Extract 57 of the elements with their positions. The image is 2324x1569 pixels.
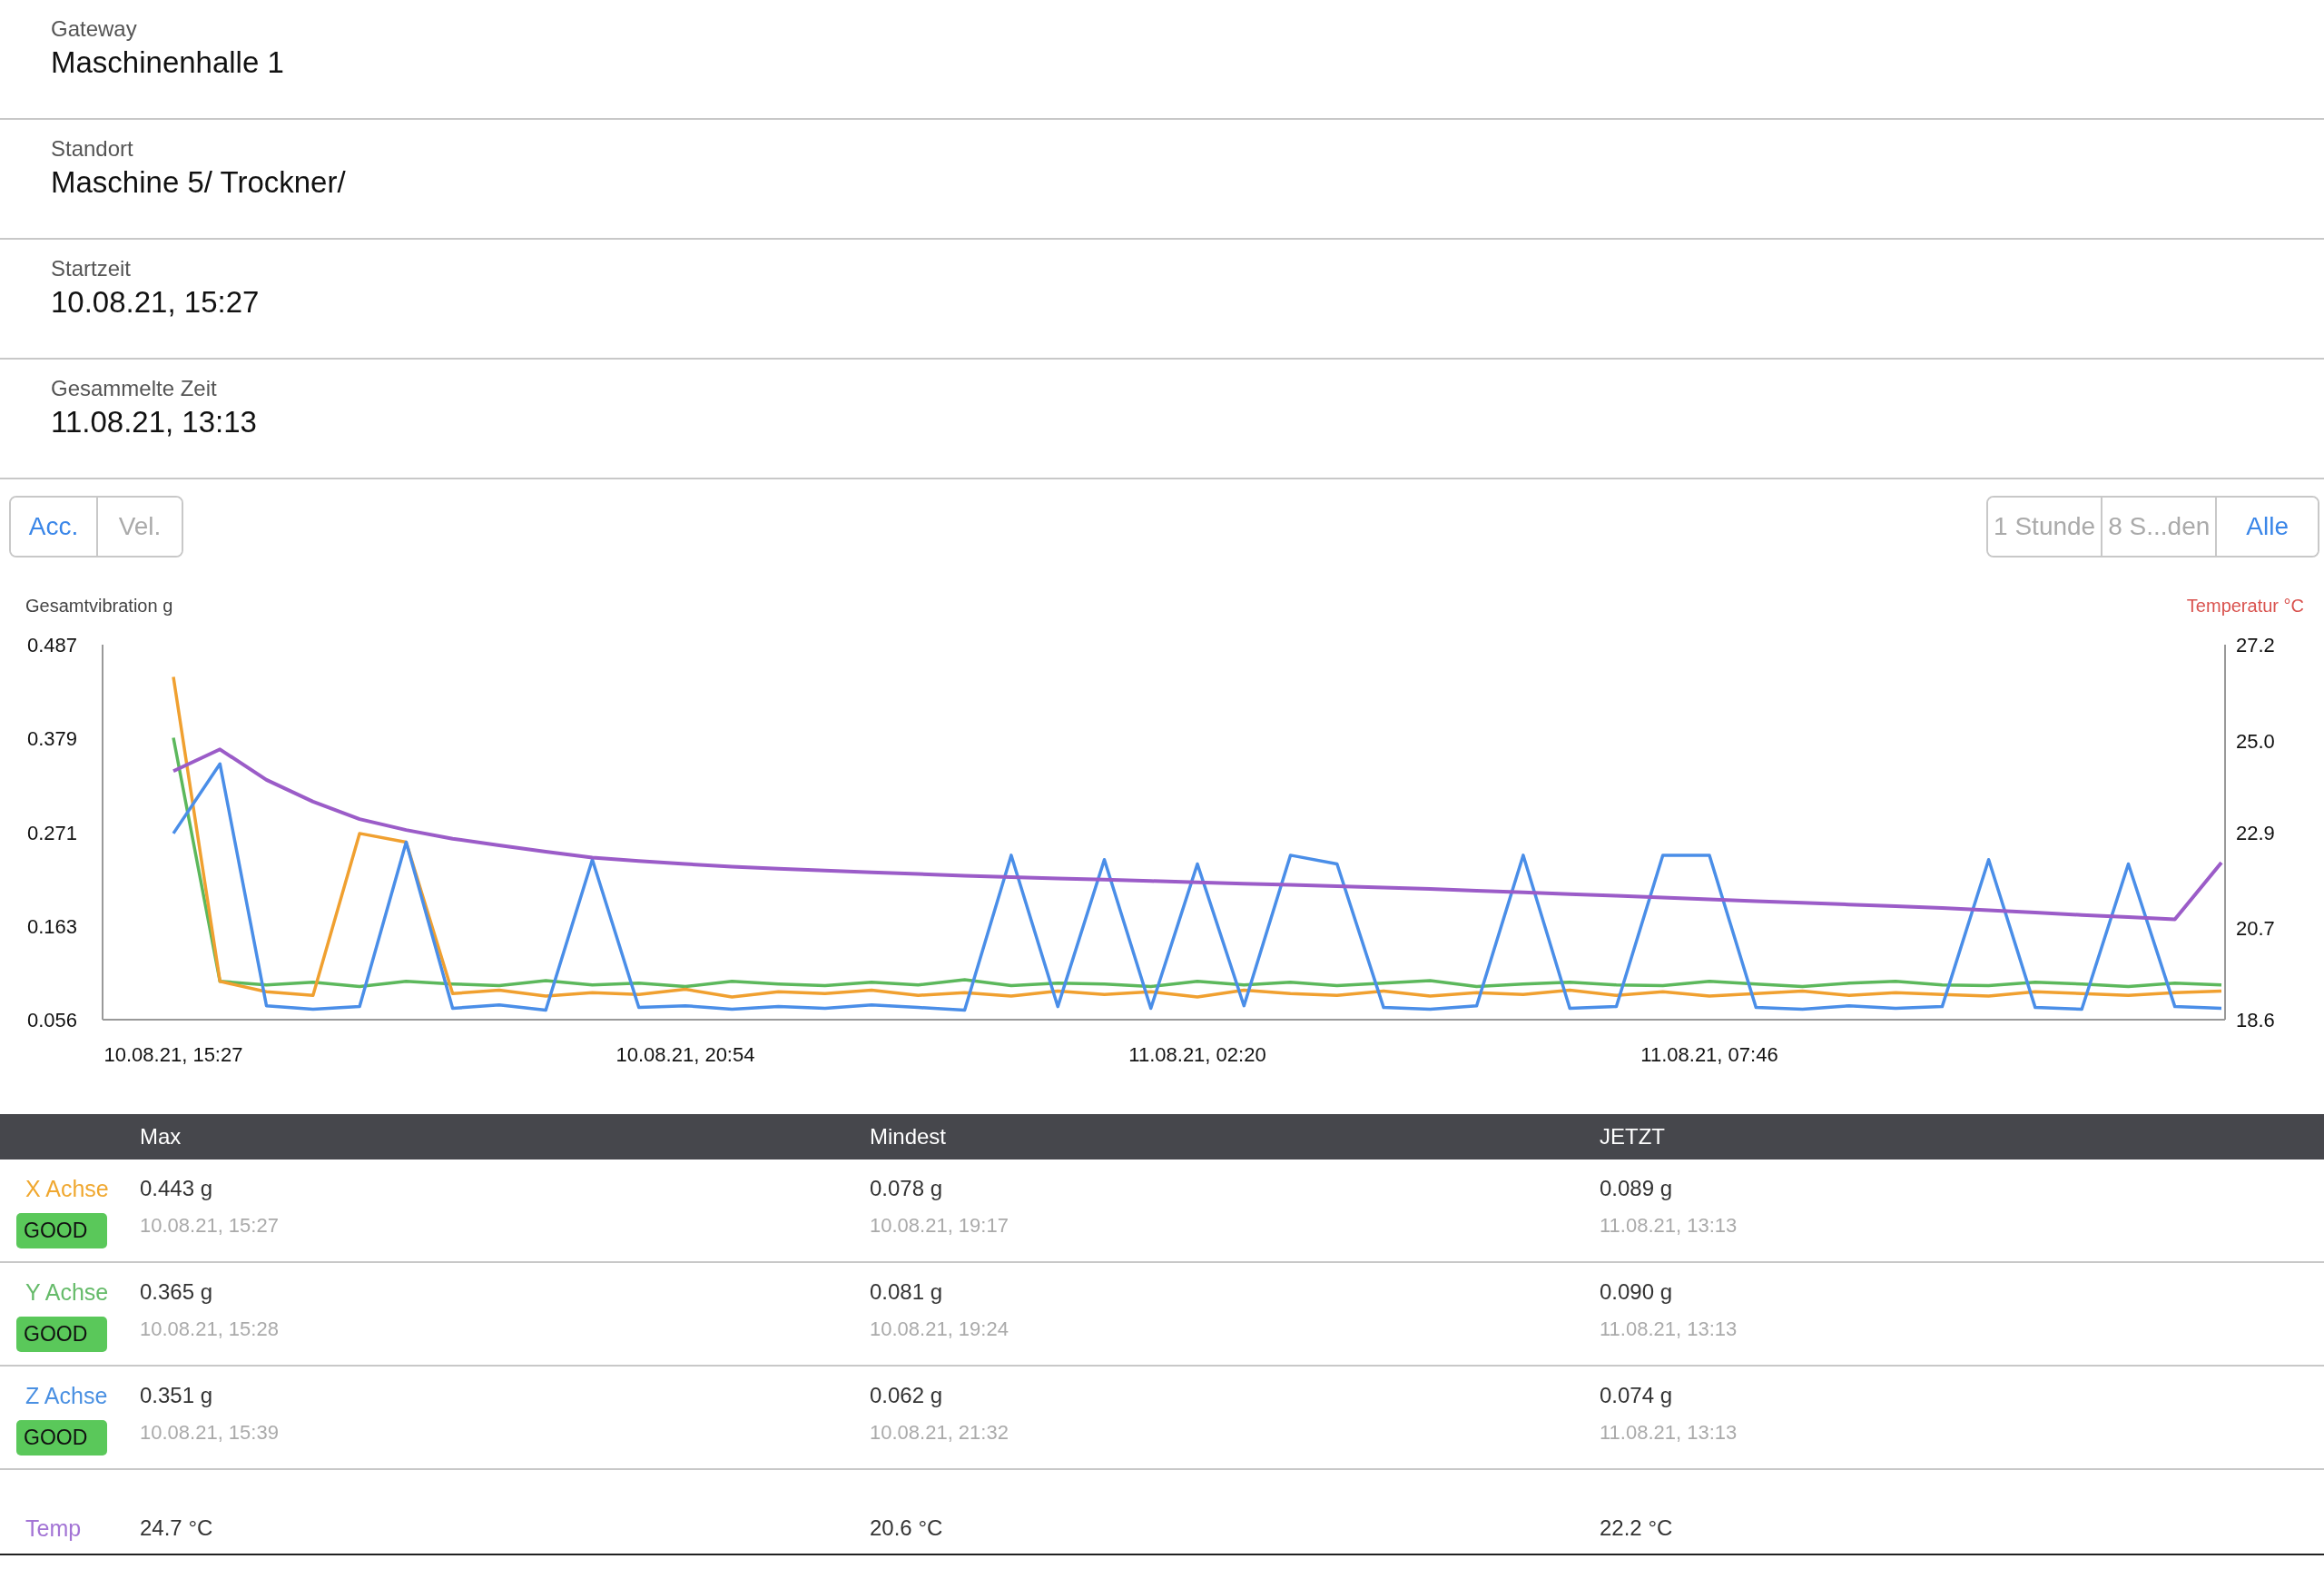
table-cell: 22.2 °C (1600, 1515, 1673, 1541)
table-cell: 0.351 g (140, 1383, 213, 1408)
segment-tab[interactable]: Alle (2215, 498, 2318, 556)
timestamp: 10.08.21, 15:27 (140, 1214, 279, 1238)
field-label: Startzeit (51, 256, 133, 281)
axis-title: Temperatur °C (2186, 596, 2304, 617)
field-value: 11.08.21, 13:13 (51, 405, 258, 439)
table-cell: 0.078 g (870, 1176, 943, 1201)
axis-tick-label: 0.163 (27, 915, 78, 939)
axis-tick-label: 20.7 (2236, 917, 2275, 941)
table-cell: 0.090 g (1600, 1279, 1673, 1305)
axis-tick-label: 10.08.21, 15:27 (103, 1043, 243, 1066)
table-cell: 0.443 g (140, 1176, 213, 1201)
column-header: Max (140, 1124, 182, 1150)
table-cell: 20.6 °C (870, 1515, 943, 1541)
axis-tick-label: 18.6 (2236, 1009, 2275, 1031)
field-value: 10.08.21, 15:27 (51, 285, 261, 320)
axis-title: Gesamtvibration g (25, 596, 173, 617)
timestamp: 10.08.21, 15:39 (140, 1421, 279, 1445)
table-cell: 0.089 g (1600, 1176, 1673, 1201)
timestamp: 11.08.21, 13:13 (1600, 1317, 1738, 1341)
table-cell: 0.081 g (870, 1279, 943, 1305)
row-label: Temp (25, 1515, 82, 1542)
status-badge: GOOD (16, 1420, 107, 1456)
table-cell: 0.365 g (140, 1279, 213, 1305)
axis-tick-label: 27.2 (2236, 634, 2275, 656)
row-label: X Achse (25, 1176, 109, 1202)
field-value: Maschinenhalle 1 (51, 45, 285, 80)
axis-tick-label: 11.08.21, 02:20 (1128, 1043, 1266, 1066)
timestamp: 11.08.21, 13:13 (1600, 1421, 1738, 1445)
status-badge: GOOD (16, 1317, 107, 1352)
segment-tab[interactable]: Vel. (96, 498, 182, 556)
table-cell: 24.7 °C (140, 1515, 213, 1541)
axis-tick-label: 22.9 (2236, 821, 2275, 844)
axis-tick-label: 11.08.21, 07:46 (1640, 1043, 1778, 1066)
status-badge: GOOD (16, 1213, 107, 1248)
axis-tick-label: 25.0 (2236, 729, 2275, 753)
timestamp: 10.08.21, 19:17 (870, 1214, 1009, 1238)
field-label: Gateway (51, 16, 138, 42)
field-value: Maschine 5/ Trockner/ (51, 165, 347, 200)
axis-tick-label: 0.487 (27, 634, 78, 656)
column-header: JETZT (1600, 1124, 1666, 1150)
axis-tick-label: 10.08.21, 20:54 (615, 1043, 755, 1066)
field-label: Gesammelte Zeit (51, 376, 218, 401)
field-label: Standort (51, 136, 134, 162)
timestamp: 10.08.21, 21:32 (870, 1421, 1009, 1445)
table-cell: 0.062 g (870, 1383, 943, 1408)
axis-tick-label: 0.271 (27, 822, 78, 844)
table-cell: 0.074 g (1600, 1383, 1673, 1408)
row-label: Z Achse (25, 1383, 108, 1409)
column-header: Mindest (870, 1124, 948, 1150)
timestamp: 10.08.21, 19:24 (870, 1317, 1009, 1341)
axis-tick-label: 0.056 (27, 1009, 78, 1031)
timestamp: 11.08.21, 13:13 (1600, 1214, 1738, 1238)
timestamp: 10.08.21, 15:28 (140, 1317, 279, 1341)
row-label: Y Achse (25, 1279, 109, 1306)
axis-tick-label: 0.379 (27, 727, 78, 751)
